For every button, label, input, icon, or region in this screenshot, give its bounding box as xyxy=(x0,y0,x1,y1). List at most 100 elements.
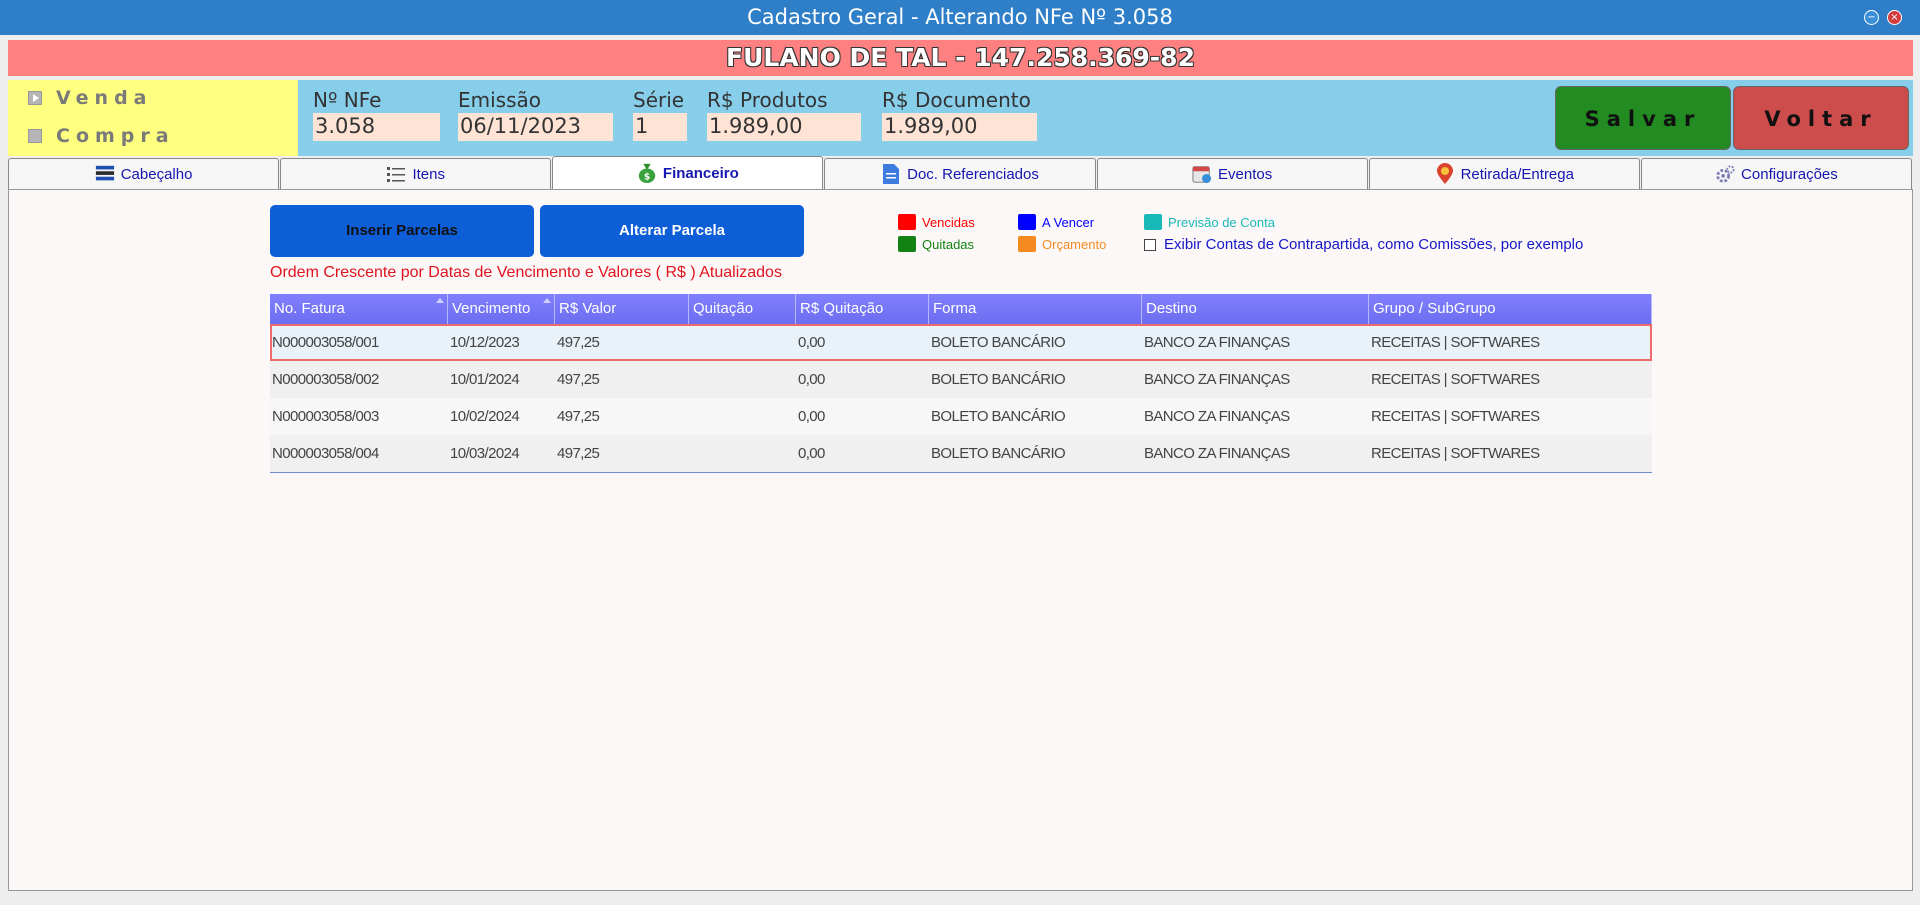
column-header[interactable]: R$ Quitação xyxy=(796,294,929,324)
cell-destino: BANCO ZA FINANÇAS xyxy=(1144,408,1290,425)
column-header[interactable]: Quitação xyxy=(689,294,796,324)
radio-compra[interactable]: Compra xyxy=(28,125,175,147)
close-icon[interactable]: × xyxy=(1887,10,1902,25)
svg-text:$: $ xyxy=(644,172,650,182)
cell-valor: 497,25 xyxy=(557,408,600,425)
column-header[interactable]: Grupo / SubGrupo xyxy=(1369,294,1652,324)
order-note: Ordem Crescente por Datas de Vencimento … xyxy=(270,264,782,281)
money-bag-icon: $ xyxy=(637,163,657,183)
radio-venda[interactable]: Venda xyxy=(28,87,153,109)
insert-installments-button[interactable]: Inserir Parcelas xyxy=(270,205,534,257)
column-header[interactable]: No. Fatura xyxy=(270,294,448,324)
cell-forma: BOLETO BANCÁRIO xyxy=(931,371,1066,388)
cell-vencimento: 10/02/2024 xyxy=(450,408,520,425)
legend-quitadas: Quitadas xyxy=(898,236,974,252)
tab-itens[interactable]: Itens xyxy=(280,158,552,189)
cell-valor-quitacao: 0,00 xyxy=(798,445,825,462)
cell-vencimento: 10/01/2024 xyxy=(450,371,520,388)
document-total-label: R$ Documento xyxy=(882,88,1031,112)
installments-table: No. Fatura Vencimento R$ Valor Quitação … xyxy=(270,294,1652,473)
legend-orcamento-label: Orçamento xyxy=(1042,236,1107,252)
table-row[interactable]: N000003058/004 10/03/2024 497,25 0,00 BO… xyxy=(270,435,1652,472)
cell-fatura: N000003058/003 xyxy=(272,408,379,425)
tab-retirada-entrega-label: Retirada/Entrega xyxy=(1460,165,1574,183)
legend-a-vencer-label: A Vencer xyxy=(1042,214,1095,230)
tab-financeiro-label: Financeiro xyxy=(662,164,739,182)
sort-asc-icon xyxy=(436,298,444,303)
cell-forma: BOLETO BANCÁRIO xyxy=(931,445,1066,462)
cell-destino: BANCO ZA FINANÇAS xyxy=(1144,445,1290,462)
tab-financeiro[interactable]: $ Financeiro xyxy=(552,156,824,189)
document-icon xyxy=(881,164,901,184)
products-total-value[interactable]: 1.989,00 xyxy=(707,113,861,141)
cell-forma: BOLETO BANCÁRIO xyxy=(931,334,1066,351)
cell-destino: BANCO ZA FINANÇAS xyxy=(1144,334,1290,351)
emission-date-value[interactable]: 06/11/2023 xyxy=(458,113,613,141)
tab-eventos-label: Eventos xyxy=(1218,165,1273,183)
back-button[interactable]: Voltar xyxy=(1733,86,1909,150)
column-header[interactable]: Vencimento xyxy=(448,294,555,324)
cell-valor: 497,25 xyxy=(557,371,600,388)
tab-retirada-entrega[interactable]: Retirada/Entrega xyxy=(1368,158,1640,189)
column-header[interactable]: R$ Valor xyxy=(555,294,689,324)
table-row[interactable]: N000003058/003 10/02/2024 497,25 0,00 BO… xyxy=(270,398,1652,435)
legend-vencidas-label: Vencidas xyxy=(922,214,975,230)
tab-doc-referenciados-label: Doc. Referenciados xyxy=(907,165,1039,183)
document-total-value[interactable]: 1.989,00 xyxy=(882,113,1037,141)
legend-swatch xyxy=(898,236,916,252)
calendar-icon xyxy=(1192,164,1212,184)
minimize-icon[interactable]: − xyxy=(1864,10,1879,25)
tab-doc-referenciados[interactable]: Doc. Referenciados xyxy=(824,158,1096,189)
nfe-number-value[interactable]: 3.058 xyxy=(313,113,440,141)
cell-forma: BOLETO BANCÁRIO xyxy=(931,408,1066,425)
cell-destino: BANCO ZA FINANÇAS xyxy=(1144,371,1290,388)
nfe-number-label: Nº NFe xyxy=(313,88,382,112)
save-button[interactable]: Salvar xyxy=(1555,86,1731,150)
radio-unselected-icon xyxy=(28,129,42,143)
show-contrapartida-label: Exibir Contas de Contrapartida, como Com… xyxy=(1164,236,1584,253)
table-row[interactable]: N000003058/002 10/01/2024 497,25 0,00 BO… xyxy=(270,361,1652,398)
column-header[interactable]: Forma xyxy=(929,294,1142,324)
cell-fatura: N000003058/002 xyxy=(272,371,379,388)
cell-quitacao xyxy=(689,398,796,435)
cell-fatura: N000003058/004 xyxy=(272,445,379,462)
tab-configuracoes[interactable]: Configurações xyxy=(1640,158,1912,189)
cell-valor-quitacao: 0,00 xyxy=(798,371,825,388)
column-header[interactable]: Destino xyxy=(1142,294,1369,324)
emission-date-label: Emissão xyxy=(458,88,542,112)
gears-icon xyxy=(1715,164,1735,184)
tab-cabecalho[interactable]: Cabeçalho xyxy=(8,158,280,189)
cell-valor-quitacao: 0,00 xyxy=(798,334,825,351)
edit-installment-button[interactable]: Alterar Parcela xyxy=(540,205,804,257)
show-contrapartida-checkbox[interactable]: Exibir Contas de Contrapartida, como Com… xyxy=(1144,236,1583,253)
cell-grupo: RECEITAS | SOFTWARES xyxy=(1371,371,1540,388)
radio-selected-icon xyxy=(28,91,42,105)
cell-quitacao xyxy=(689,435,796,472)
emission-date-field: Emissão 06/11/2023 xyxy=(458,88,613,141)
series-value[interactable]: 1 xyxy=(633,113,687,141)
table-row[interactable]: N000003058/001 10/12/2023 497,25 0,00 BO… xyxy=(270,324,1652,361)
legend-swatch xyxy=(1018,236,1036,252)
products-total-field: R$ Produtos 1.989,00 xyxy=(707,88,861,141)
window-title: Cadastro Geral - Alterando NFe Nº 3.058 xyxy=(0,0,1920,35)
legend-previsao: Previsão de Conta xyxy=(1144,214,1275,230)
document-total-field: R$ Documento 1.989,00 xyxy=(882,88,1037,141)
checkbox-icon[interactable] xyxy=(1144,238,1156,251)
tab-cabecalho-label: Cabeçalho xyxy=(120,165,193,183)
list-header-icon xyxy=(95,164,115,184)
legend-quitadas-label: Quitadas xyxy=(922,236,975,252)
tab-configuracoes-label: Configurações xyxy=(1741,165,1838,183)
series-field: Série 1 xyxy=(633,88,687,141)
legend-previsao-label: Previsão de Conta xyxy=(1168,214,1275,230)
radio-venda-label: Venda xyxy=(56,87,153,109)
radio-compra-label: Compra xyxy=(56,125,175,147)
table-bottom-border xyxy=(270,472,1652,473)
legend-a-vencer: A Vencer xyxy=(1018,214,1094,230)
series-label: Série xyxy=(633,88,685,112)
products-total-label: R$ Produtos xyxy=(707,88,828,112)
cell-grupo: RECEITAS | SOFTWARES xyxy=(1371,334,1540,351)
legend-swatch xyxy=(1018,214,1036,230)
legend-vencidas: Vencidas xyxy=(898,214,975,230)
cell-valor: 497,25 xyxy=(557,445,600,462)
tab-eventos[interactable]: Eventos xyxy=(1096,158,1368,189)
